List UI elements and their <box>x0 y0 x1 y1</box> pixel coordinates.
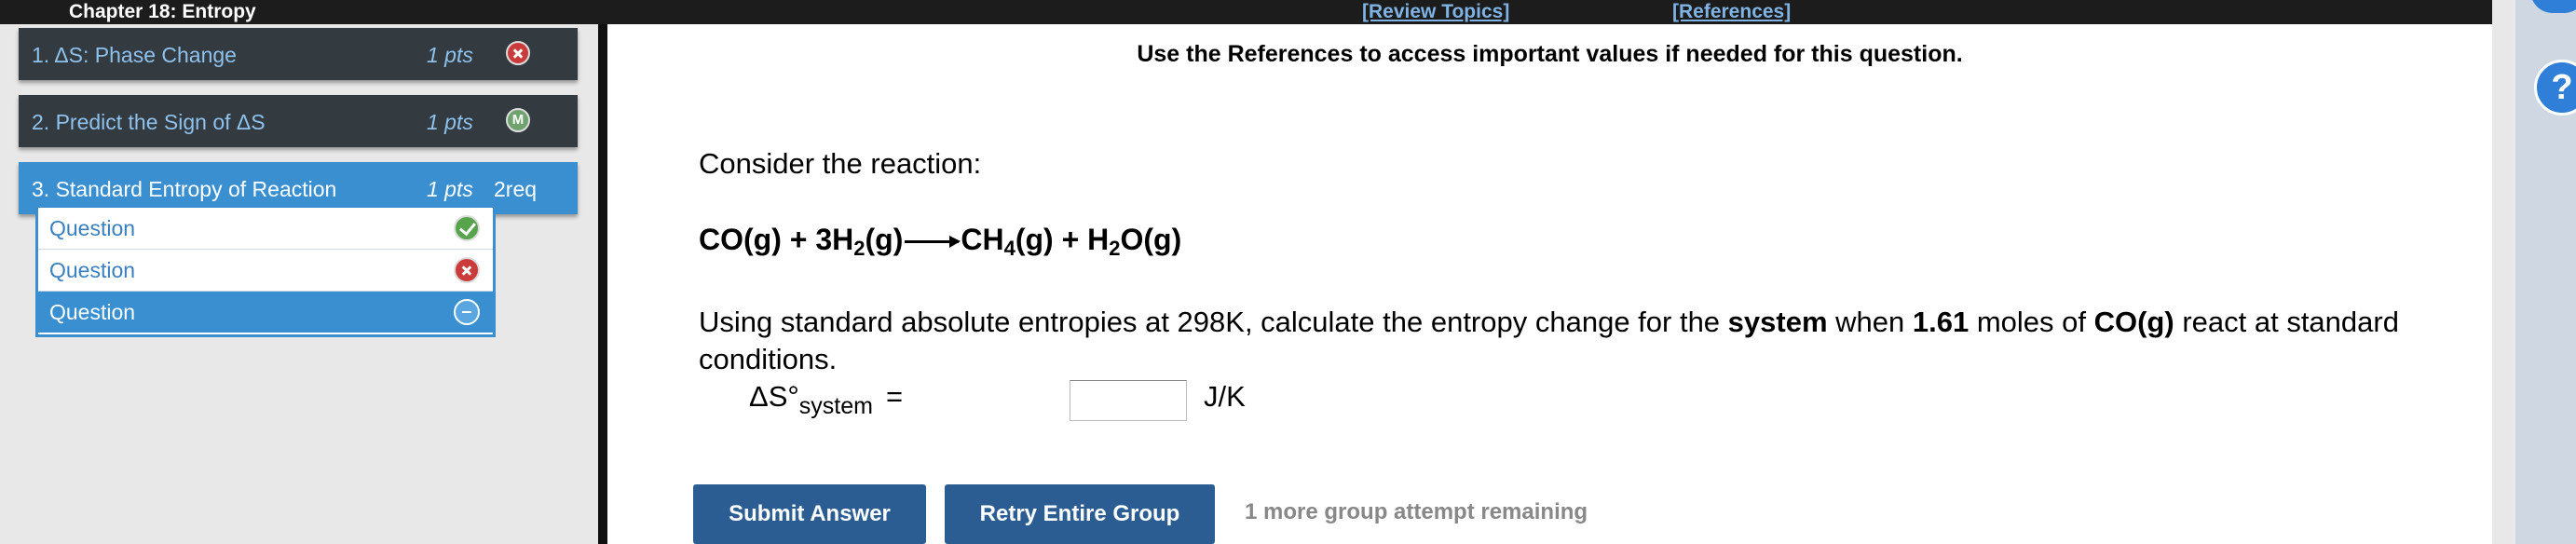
answer-label-subscript: system <box>798 393 873 419</box>
prompt-bold: 1.61 <box>1912 306 1969 338</box>
submit-answer-button[interactable]: Submit Answer <box>693 484 926 544</box>
prompt-bold: system <box>1727 306 1828 338</box>
subscript: 2 <box>1109 237 1121 260</box>
in-progress-icon <box>454 299 480 325</box>
product-text: CH <box>961 223 1004 256</box>
equals-sign: = <box>885 380 904 413</box>
incorrect-icon <box>506 41 530 65</box>
prompt-text: moles of <box>1969 306 2094 338</box>
retry-entire-group-button[interactable]: Retry Entire Group <box>945 484 1215 544</box>
chapter-title: Chapter 18: Entropy <box>69 1 256 22</box>
reaction-arrow-icon <box>905 236 961 249</box>
question-item-3[interactable]: Question <box>38 292 493 333</box>
topic-label: 1. ΔS: Phase Change <box>32 43 237 67</box>
question-panel: Use the References to access important v… <box>607 24 2492 544</box>
prompt-text: when <box>1827 306 1913 338</box>
prompt-bold: CO(g) <box>2093 306 2174 338</box>
answer-label-text: ΔS° <box>749 380 799 413</box>
question-label: Question <box>49 258 136 282</box>
references-note: Use the References to access important v… <box>1137 41 1963 67</box>
subscript: 4 <box>1003 237 1015 260</box>
reactant-text: (g) <box>865 223 904 256</box>
reaction-equation: CO(g) + 3H2(g) CH4(g) + H2O(g) <box>699 223 1181 261</box>
mastery-icon: M <box>506 108 530 132</box>
sidebar: 1. ΔS: Phase Change 1 pts 2. Predict the… <box>0 24 579 544</box>
sidebar-topic-1[interactable]: 1. ΔS: Phase Change 1 pts <box>19 28 578 80</box>
prompt-text: Using standard absolute entropies at 298… <box>699 306 1728 338</box>
incorrect-icon <box>454 257 480 283</box>
unit-label: J/K <box>1204 380 1246 413</box>
product-text: O(g) <box>1120 223 1182 256</box>
product-text: (g) + H <box>1015 223 1110 256</box>
entropy-answer-input[interactable] <box>1070 380 1187 421</box>
answer-label: ΔS°system <box>749 380 873 419</box>
topic-points: 1 pts <box>427 110 473 134</box>
question-label: Question <box>49 300 136 324</box>
subscript: 2 <box>853 237 865 260</box>
top-bar: Chapter 18: Entropy [Review Topics] [Ref… <box>0 0 2492 24</box>
answer-row: ΔS°system = J/K <box>749 380 1246 427</box>
question-label: Question <box>49 216 136 240</box>
review-topics-link[interactable]: [Review Topics] <box>1362 0 1509 24</box>
topic-label: 2. Predict the Sign of ΔS <box>32 110 266 134</box>
references-link[interactable]: [References] <box>1672 0 1791 24</box>
question-list: Question Question Question <box>35 205 496 337</box>
question-item-2[interactable]: Question <box>38 250 493 292</box>
consider-text: Consider the reaction: <box>699 147 982 180</box>
rail-gap <box>2492 0 2515 544</box>
question-item-1[interactable]: Question <box>38 208 493 250</box>
topic-requirement: 2req <box>494 177 538 201</box>
attempts-remaining: 1 more group attempt remaining <box>1245 499 1588 524</box>
divider <box>598 24 607 544</box>
check-icon <box>454 215 480 241</box>
question-prompt: Using standard absolute entropies at 298… <box>699 304 2469 378</box>
sidebar-topic-2[interactable]: 2. Predict the Sign of ΔS 1 pts M <box>19 95 578 147</box>
reactant-text: CO(g) + 3H <box>699 223 854 256</box>
topic-points: 1 pts <box>427 43 473 67</box>
